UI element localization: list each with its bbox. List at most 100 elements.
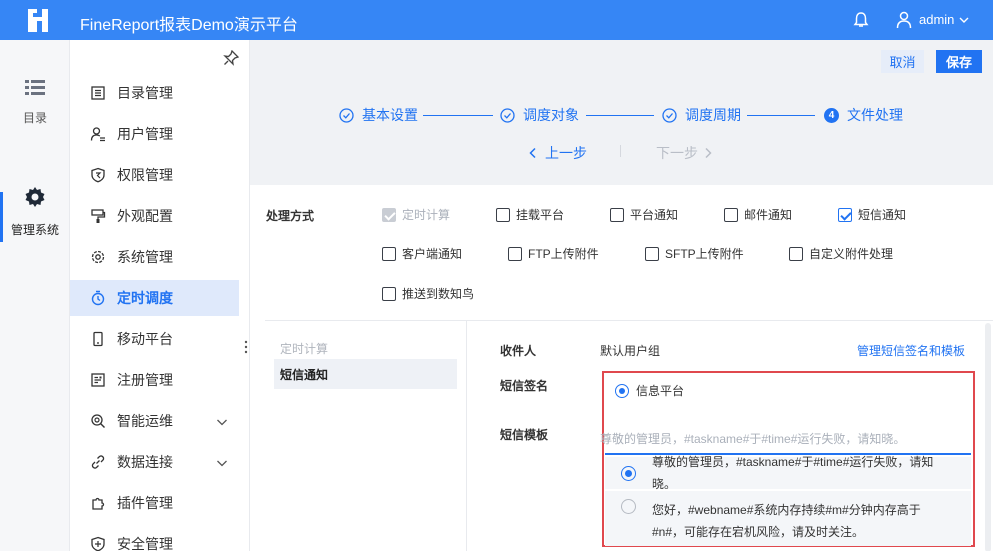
checkbox-box [645,246,659,261]
mobile-icon [93,331,103,347]
paint-icon [91,209,106,223]
link-icon [91,455,105,469]
menu-item-label: 外观配置 [117,208,173,224]
menu-item-plugins[interactable]: 插件管理 [70,485,239,521]
step-connector [423,115,493,116]
menu-item-schedule[interactable]: 定时调度 [70,280,239,316]
checkbox-sms-notify[interactable]: 短信通知 [838,206,906,223]
menu-item-label: 移动平台 [117,331,173,347]
step-basic-settings[interactable]: 基本设置 [339,106,418,124]
menu-item-security[interactable]: 安全管理 [70,526,239,551]
template-option-text: 尊敬的管理员，#taskname#于#time#运行失败，请知晓。 [652,455,934,491]
menu-item-permissions[interactable]: 权限管理 [70,157,239,193]
rail-item-admin[interactable]: 管理系统 [0,186,70,238]
menu-resize-handle[interactable] [244,340,248,354]
sms-signature-label: 短信签名 [500,379,549,393]
menu-item-label: 数据连接 [117,454,173,470]
checkbox-label: 挂载平台 [516,208,565,222]
rail-catalog-label: 目录 [22,111,47,125]
prev-step-button[interactable]: 上一步 [528,143,587,163]
menu-item-label: 智能运维 [117,413,173,429]
next-step-label: 下一步 [656,145,698,161]
step-file-processing[interactable]: 4 文件处理 [824,106,903,124]
recipient-label: 收件人 [500,344,537,358]
checkbox-client-notify[interactable]: 客户端通知 [382,245,462,262]
next-step-button[interactable]: 下一步 [656,143,713,163]
checkbox-scheduled-calc[interactable]: 定时计算 [382,206,450,223]
wizard-steps: 基本设置 调度对象 调度周期 4 文件处理 上一步 下一步 [250,40,993,184]
menu-item-ops[interactable]: 智能运维 [70,403,239,439]
chevron-right-icon [705,147,712,159]
menu-item-label: 安全管理 [117,536,173,551]
radio-dot [621,499,636,514]
catalog-icon [91,86,105,100]
manage-sms-templates-link[interactable]: 管理短信签名和模板 [857,342,965,359]
checkbox-label: 平台通知 [630,208,679,222]
checkbox-push-shuzhiniao[interactable]: 推送到数知鸟 [382,285,474,302]
checkbox-box [838,207,852,222]
menu-item-catalog[interactable]: 目录管理 [70,75,239,111]
gear-icon [25,187,45,207]
menu-item-appearance[interactable]: 外观配置 [70,198,239,234]
step-schedule-period[interactable]: 调度周期 [662,106,741,124]
user-icon [90,127,105,142]
checkbox-box [789,246,803,261]
radio-label: 信息平台 [636,384,685,398]
template-option-memory[interactable]: 您好，#webname#系统内存持续#m#分钟内存高于#n#，可能存在宕机风险，… [605,491,971,546]
menu-item-data-connection[interactable]: 数据连接 [70,444,239,480]
menu-item-label: 权限管理 [117,167,173,183]
checkbox-box [724,207,738,222]
checkbox-box [610,207,624,222]
checkbox-sftp-upload[interactable]: SFTP上传附件 [645,245,744,262]
rail-item-catalog[interactable]: 目录 [0,78,70,126]
chevron-down-icon[interactable] [958,14,970,26]
sub-tab-sms-notify[interactable]: 短信通知 [274,359,457,389]
step-label: 文件处理 [847,107,903,123]
menu-item-label: 用户管理 [117,126,173,142]
finereport-logo-icon[interactable] [24,7,52,34]
checkbox-label: 自定义附件处理 [809,247,894,261]
sms-template-dropdown: 尊敬的管理员，#taskname#于#time#运行失败，请知晓。 您好，#we… [605,453,971,546]
step-label: 调度周期 [685,107,741,123]
checkbox-email-notify[interactable]: 邮件通知 [724,206,792,223]
security-icon [91,536,105,551]
step-label: 调度对象 [523,107,579,123]
prev-step-label: 上一步 [545,145,587,161]
processing-method-label: 处理方式 [266,209,315,223]
checkbox-label: 客户端通知 [402,247,463,261]
step-connector [747,115,815,116]
sms-template-select[interactable]: 尊敬的管理员，#taskname#于#time#运行失败，请知晓。 [600,430,905,447]
rail-admin-label: 管理系统 [10,223,59,237]
menu-item-mobile[interactable]: 移动平台 [70,321,239,357]
radio-dot [621,465,636,481]
shield-icon [91,167,105,183]
bell-icon[interactable] [852,11,870,29]
menu-item-register[interactable]: 注册管理 [70,362,239,398]
checkbox-custom-attachment[interactable]: 自定义附件处理 [789,245,893,262]
ops-icon [91,414,105,428]
pin-icon[interactable] [223,50,239,66]
checkbox-ftp-upload[interactable]: FTP上传附件 [508,245,599,262]
scrollbar[interactable] [985,323,991,551]
checkbox-label: FTP上传附件 [528,247,599,261]
user-name[interactable]: admin [919,12,954,27]
file-processing-panel: 处理方式 定时计算 挂载平台 平台通知 邮件通知 短信通知 客户端通知 FTP上… [250,185,993,551]
menu-item-system[interactable]: 系统管理 [70,239,239,275]
list-icon [25,80,45,95]
checkbox-label: 邮件通知 [744,208,793,222]
step-connector [586,115,654,116]
checkbox-mount-platform[interactable]: 挂载平台 [496,206,564,223]
app-title: FineReport报表Demo演示平台 [80,17,298,34]
recipient-value[interactable]: 默认用户组 [600,342,660,359]
user-avatar-icon[interactable] [896,11,912,29]
menu-item-users[interactable]: 用户管理 [70,116,239,152]
checkbox-platform-notify[interactable]: 平台通知 [610,206,678,223]
signature-radio-info-platform[interactable]: 信息平台 [615,382,684,399]
checkbox-box [382,246,396,261]
template-option-failure[interactable]: 尊敬的管理员，#taskname#于#time#运行失败，请知晓。 [605,455,971,491]
step-schedule-object[interactable]: 调度对象 [500,106,579,124]
nav-divider [620,145,621,157]
menu-item-label: 系统管理 [117,249,173,265]
menu-item-label: 目录管理 [117,85,173,101]
sms-template-label: 短信模板 [500,428,549,442]
